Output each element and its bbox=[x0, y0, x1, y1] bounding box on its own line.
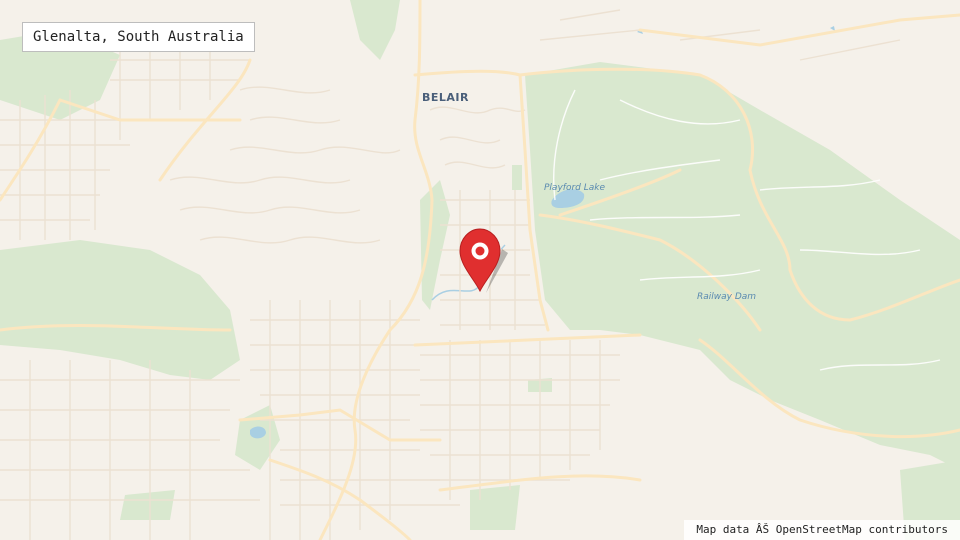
map-attribution[interactable]: Map data ÂŠ OpenStreetMap contributors bbox=[684, 520, 960, 540]
location-label: Glenalta, South Australia bbox=[22, 22, 255, 52]
railway-dam-label: Railway Dam bbox=[697, 292, 756, 302]
playford-lake-label: Playford Lake bbox=[544, 183, 605, 193]
belair-label: BELAIR bbox=[422, 91, 469, 104]
map-canvas[interactable]: BELAIR Playford Lake Railway Dam bbox=[0, 0, 960, 540]
